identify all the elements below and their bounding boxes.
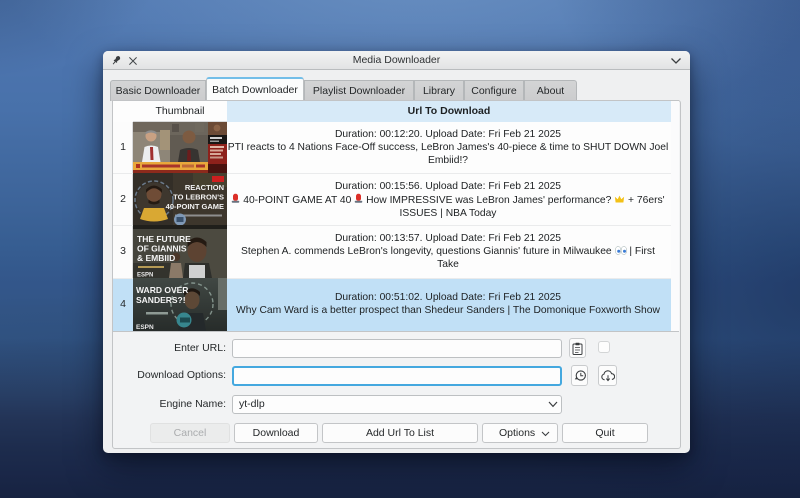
svg-text:ESPN: ESPN	[136, 324, 154, 331]
svg-text:& EMBIID: & EMBIID	[137, 253, 175, 263]
